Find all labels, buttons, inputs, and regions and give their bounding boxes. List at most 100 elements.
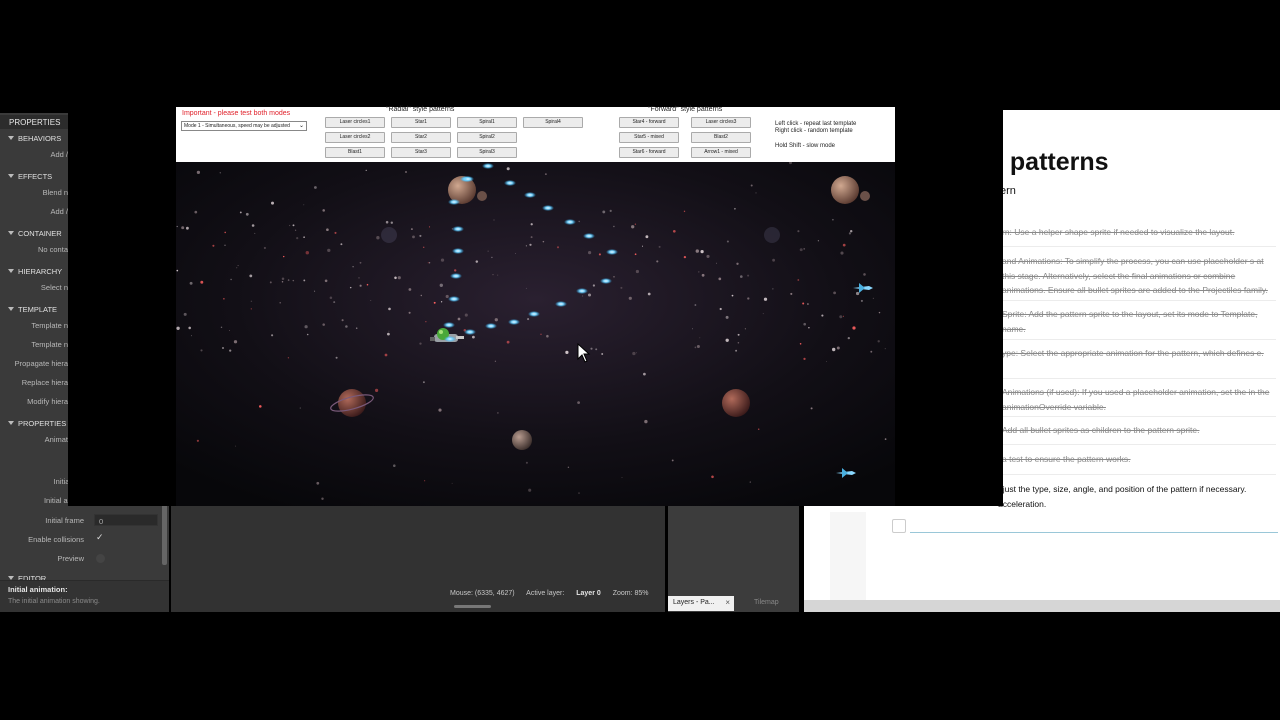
star [224, 244, 226, 246]
pattern-button[interactable]: Star3 [391, 147, 451, 158]
property-row[interactable]: No conta [0, 245, 68, 254]
star [525, 245, 527, 247]
star [408, 288, 412, 291]
star [321, 497, 324, 501]
pattern-button[interactable]: Star5 - mixed [619, 132, 679, 143]
star [634, 253, 637, 256]
star [491, 256, 493, 259]
star [683, 255, 687, 259]
star [200, 280, 204, 284]
editor-horizontal-scrollbar[interactable] [454, 605, 491, 608]
star [840, 251, 844, 255]
star [440, 301, 443, 303]
star [726, 240, 729, 243]
star [797, 230, 800, 233]
property-row[interactable]: Replace hiera [0, 378, 68, 387]
star [439, 283, 443, 287]
property-row[interactable]: Blend n [0, 188, 68, 197]
doc-step: a test to ensure the pattern works. [1002, 454, 1131, 464]
star [196, 170, 201, 175]
tab-tilemap[interactable]: Tilemap [754, 599, 779, 606]
star [692, 328, 694, 330]
property-row[interactable]: Add / [0, 150, 68, 159]
star [251, 224, 255, 227]
star [790, 292, 793, 295]
star [506, 340, 510, 344]
pattern-button[interactable]: Spiral1 [457, 117, 517, 128]
radial-title: "Radial" style patterns [386, 106, 455, 113]
properties-scrollbar[interactable] [162, 503, 167, 565]
star [349, 286, 352, 289]
star [250, 308, 252, 310]
star [494, 318, 498, 322]
property-row[interactable]: Template n [0, 340, 68, 349]
star [303, 236, 305, 238]
initial-frame-label: Initial frame [45, 516, 84, 525]
star [294, 229, 297, 231]
star [694, 304, 697, 306]
pattern-button[interactable]: Spiral2 [457, 132, 517, 143]
pattern-button[interactable]: Arrow1 - mixed [691, 147, 751, 158]
star [358, 277, 360, 279]
star [322, 323, 325, 326]
doc-step: Add all bullet sprites as children to th… [1002, 425, 1200, 435]
pattern-button[interactable]: Star4 - forward [619, 117, 679, 128]
property-row[interactable]: Add / [0, 207, 68, 216]
pattern-button[interactable]: Laser circles3 [691, 117, 751, 128]
star [842, 243, 846, 247]
star [454, 269, 457, 272]
task-checkbox[interactable] [892, 519, 906, 533]
property-row[interactable]: Modify hiera [0, 397, 68, 406]
star [598, 253, 601, 256]
pattern-button[interactable]: Spiral4 [523, 117, 583, 128]
star [578, 492, 580, 494]
star [388, 307, 391, 311]
star [799, 343, 802, 345]
star [181, 226, 185, 230]
pattern-button[interactable]: Star2 [391, 132, 451, 143]
property-row[interactable]: Template n [0, 321, 68, 330]
property-row[interactable]: Animat [0, 435, 68, 444]
screen: PROPERTIES BEHAVIORS Add / EFFECTS Blend nA… [0, 0, 1280, 720]
pattern-button[interactable]: Blast2 [691, 132, 751, 143]
pattern-button[interactable]: Spiral3 [457, 147, 517, 158]
preview-toggle[interactable] [96, 554, 105, 563]
star [223, 298, 225, 300]
star [744, 328, 746, 330]
section-editor[interactable]: EDITOR [0, 569, 169, 583]
bullet [542, 205, 554, 211]
initial-frame-input[interactable]: 0 [94, 514, 158, 526]
star [194, 210, 198, 214]
star [230, 278, 232, 281]
mode-select[interactable]: Mode 1 - Simultaneous, speed may be adju… [181, 121, 307, 131]
star [438, 408, 442, 412]
star [716, 262, 717, 264]
pattern-button[interactable]: Star1 [391, 117, 451, 128]
enable-collisions-checkbox[interactable]: ✓ [96, 532, 104, 543]
star [725, 315, 729, 319]
space-background[interactable] [176, 162, 895, 506]
doc-title: l patterns [996, 148, 1109, 176]
pattern-button[interactable]: Blast1 [325, 147, 385, 158]
property-row[interactable]: Select n [0, 283, 68, 292]
star [695, 249, 699, 253]
star [188, 326, 191, 330]
doc-input-line[interactable] [910, 532, 1278, 533]
star [577, 401, 580, 404]
star [556, 246, 560, 249]
star [451, 482, 453, 484]
pattern-button[interactable]: Laser circles1 [325, 117, 385, 128]
star [190, 335, 192, 337]
star [635, 352, 637, 354]
star [884, 438, 887, 440]
star [750, 184, 753, 187]
tab-layers[interactable]: Layers - Pa... × [668, 596, 734, 611]
pattern-button[interactable]: Star6 - forward [619, 147, 679, 158]
star [497, 274, 499, 276]
star [229, 349, 232, 352]
pattern-button[interactable]: Laser circles2 [325, 132, 385, 143]
close-icon[interactable]: × [725, 598, 730, 607]
star [870, 350, 873, 353]
star [341, 319, 344, 322]
property-row[interactable]: Propagate hiera [0, 359, 68, 368]
